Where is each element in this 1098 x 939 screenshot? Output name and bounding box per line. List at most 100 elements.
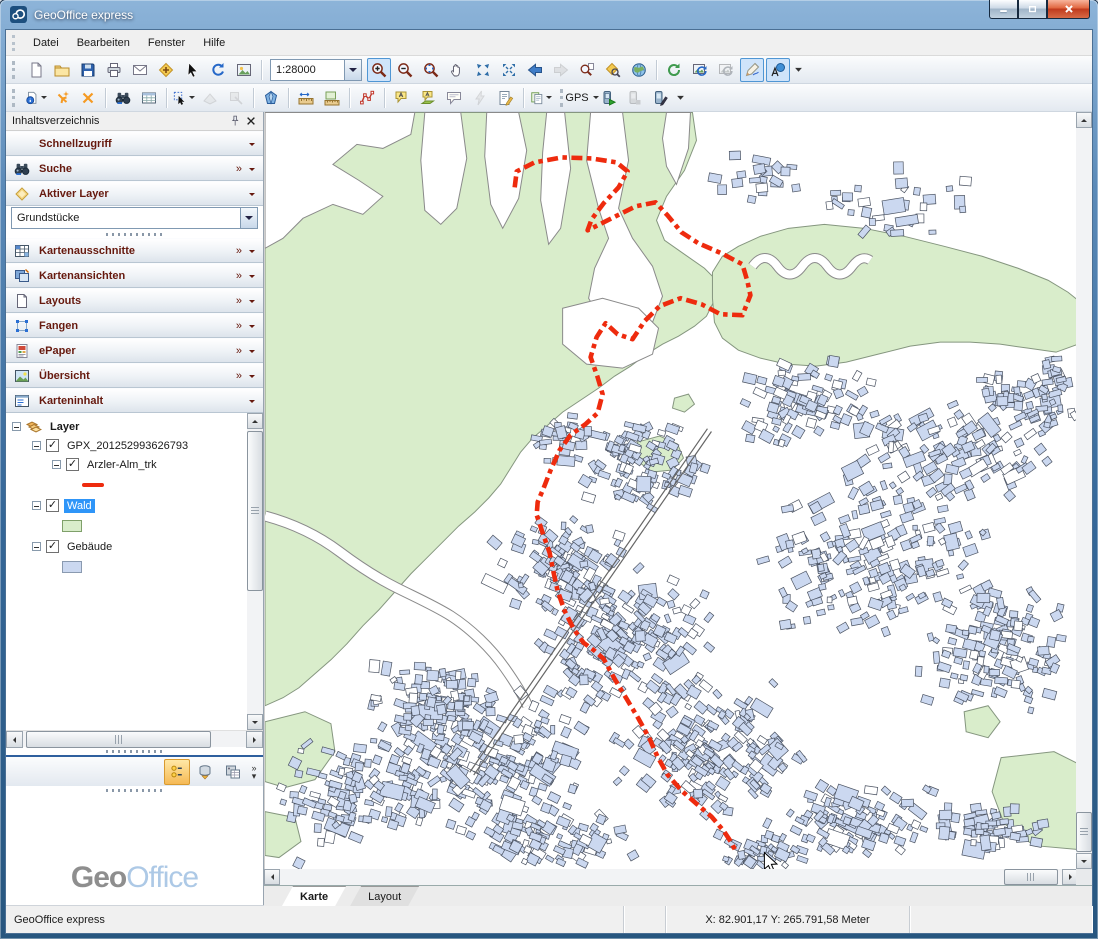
panel-suche[interactable]: Suche» bbox=[6, 156, 263, 181]
save-button[interactable] bbox=[76, 58, 100, 82]
gps-stop-button[interactable] bbox=[622, 86, 646, 110]
tree-row-layer[interactable]: Layer bbox=[6, 417, 247, 436]
expand-more-icon[interactable]: » bbox=[236, 370, 242, 382]
tree-row-gebude[interactable]: ✓Gebäude bbox=[6, 537, 247, 556]
scroll-down-button[interactable] bbox=[247, 714, 263, 730]
map-canvas[interactable] bbox=[264, 112, 1078, 869]
layer-label[interactable]: Gebäude bbox=[64, 540, 115, 554]
move-graphics-button[interactable] bbox=[198, 86, 222, 110]
titlebar[interactable]: GeoOffice express bbox=[0, 0, 1098, 29]
add-data-button[interactable] bbox=[154, 58, 178, 82]
full-extent-button[interactable] bbox=[627, 58, 651, 82]
zoom-in-button[interactable] bbox=[367, 58, 391, 82]
tab-karte[interactable]: Karte bbox=[282, 886, 346, 906]
pointer-tool-button[interactable] bbox=[180, 58, 204, 82]
label-layer-button[interactable] bbox=[416, 86, 440, 110]
panel-karteninhalt[interactable]: Karteninhalt bbox=[6, 388, 263, 413]
redraw-all-button[interactable] bbox=[714, 58, 738, 82]
mini-toolbar-overflow-button[interactable]: »▾ bbox=[247, 759, 261, 785]
new-map-button[interactable] bbox=[24, 58, 48, 82]
labeling-button[interactable] bbox=[766, 58, 790, 82]
gps-start-button[interactable] bbox=[596, 86, 620, 110]
chevron-down-icon[interactable] bbox=[249, 143, 255, 149]
callout-button[interactable] bbox=[442, 86, 466, 110]
zoom-selection-button[interactable] bbox=[601, 58, 625, 82]
label-balloon-button[interactable] bbox=[390, 86, 414, 110]
splitter-handle[interactable] bbox=[6, 786, 263, 794]
expand-more-icon[interactable]: » bbox=[236, 345, 242, 357]
minimize-button[interactable] bbox=[989, 0, 1018, 19]
chevron-down-icon[interactable] bbox=[249, 168, 255, 174]
clip-graphics-button[interactable] bbox=[224, 86, 248, 110]
chevron-down-icon[interactable] bbox=[249, 375, 255, 381]
chevron-down-icon[interactable] bbox=[249, 325, 255, 331]
zoom-extent-button[interactable] bbox=[419, 58, 443, 82]
splitter-handle[interactable] bbox=[6, 747, 263, 755]
panel-aktiverlayer[interactable]: Aktiver Layer bbox=[6, 181, 263, 206]
flash-button[interactable] bbox=[468, 86, 492, 110]
connect-button[interactable] bbox=[76, 86, 100, 110]
back-button[interactable] bbox=[523, 58, 547, 82]
menu-bearbeiten[interactable]: Bearbeiten bbox=[68, 33, 139, 53]
scroll-up-button[interactable] bbox=[247, 413, 263, 429]
copy-theme-button[interactable] bbox=[529, 86, 553, 110]
export-image-button[interactable] bbox=[232, 58, 256, 82]
tree-row-wald[interactable]: ✓ Wald bbox=[6, 496, 247, 515]
expand-more-icon[interactable]: » bbox=[236, 163, 242, 175]
splitter-handle[interactable] bbox=[6, 230, 263, 238]
panel-layouts[interactable]: Layouts» bbox=[6, 288, 263, 313]
gps-overflow-button[interactable] bbox=[674, 86, 687, 110]
edit-vertices-button[interactable] bbox=[355, 86, 379, 110]
expand-more-icon[interactable]: » bbox=[236, 295, 242, 307]
open-button[interactable] bbox=[50, 58, 74, 82]
zoom-out-button[interactable] bbox=[393, 58, 417, 82]
chevron-down-icon[interactable] bbox=[249, 300, 255, 306]
chevron-down-icon[interactable] bbox=[240, 208, 257, 228]
tree-row-arzleralmtrk[interactable]: ✓Arzler-Alm_trk bbox=[6, 455, 247, 474]
pan-button[interactable] bbox=[445, 58, 469, 82]
collapse-icon[interactable] bbox=[32, 441, 41, 450]
panel-kartenansichten[interactable]: Kartenansichten» bbox=[6, 263, 263, 288]
data-source-view-button[interactable] bbox=[192, 759, 218, 785]
scroll-left-button[interactable] bbox=[264, 869, 280, 885]
select-graphics-button[interactable] bbox=[172, 86, 196, 110]
layer-label[interactable]: Wald bbox=[64, 499, 95, 513]
map-vertical-scrollbar[interactable] bbox=[1076, 112, 1092, 869]
panel-bersicht[interactable]: Übersicht» bbox=[6, 363, 263, 388]
layer-label[interactable]: Arzler-Alm_trk bbox=[84, 458, 160, 472]
scale-combo[interactable]: 1:28000 bbox=[270, 59, 362, 81]
map-hsc rollbar-thumb[interactable] bbox=[1004, 869, 1058, 885]
close-icon[interactable] bbox=[243, 114, 259, 129]
fixed-zoom-in-button[interactable] bbox=[471, 58, 495, 82]
collapse-icon[interactable] bbox=[52, 460, 61, 469]
search-button[interactable] bbox=[111, 86, 135, 110]
send-mail-button[interactable] bbox=[128, 58, 152, 82]
tree-row-gpx201252993626793[interactable]: ✓GPX_201252993626793 bbox=[6, 436, 247, 455]
sketch-tool-button[interactable] bbox=[740, 58, 764, 82]
menu-datei[interactable]: Datei bbox=[24, 33, 68, 53]
attribute-table-button[interactable] bbox=[137, 86, 161, 110]
layer-checkbox[interactable]: ✓ bbox=[46, 499, 59, 512]
close-button[interactable] bbox=[1047, 0, 1090, 19]
expand-more-icon[interactable]: » bbox=[236, 320, 242, 332]
collapse-icon[interactable] bbox=[32, 501, 41, 510]
selection-view-button[interactable] bbox=[220, 759, 246, 785]
collapse-icon[interactable] bbox=[32, 542, 41, 551]
expand-more-icon[interactable]: » bbox=[236, 245, 242, 257]
chevron-down-icon[interactable] bbox=[249, 250, 255, 256]
print-button[interactable] bbox=[102, 58, 126, 82]
layer-label[interactable]: Layer bbox=[47, 420, 82, 434]
zoom-previous-button[interactable] bbox=[575, 58, 599, 82]
scroll-up-button[interactable] bbox=[1076, 112, 1092, 128]
gps-menu-button[interactable]: GPS bbox=[570, 86, 594, 110]
tree-hscrollbar-thumb[interactable] bbox=[26, 731, 211, 748]
layer-checkbox[interactable]: ✓ bbox=[46, 439, 59, 452]
scroll-left-button[interactable] bbox=[6, 731, 23, 748]
chevron-down-icon[interactable] bbox=[344, 60, 361, 80]
expand-more-icon[interactable]: » bbox=[236, 270, 242, 282]
tree-horizontal-scrollbar[interactable] bbox=[6, 730, 263, 747]
tree-scrollbar-thumb[interactable] bbox=[247, 431, 263, 591]
chevron-down-icon[interactable] bbox=[249, 400, 255, 406]
menu-fenster[interactable]: Fenster bbox=[139, 33, 194, 53]
toolbar1-overflow-button[interactable] bbox=[792, 58, 805, 82]
